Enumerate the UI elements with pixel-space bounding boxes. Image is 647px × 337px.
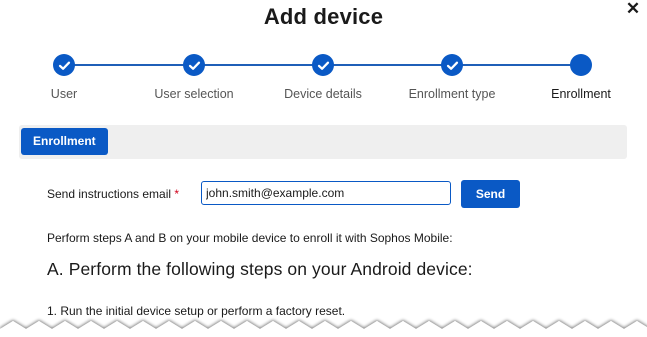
add-device-dialog: Add device ✕ User User selection Device … — [0, 0, 647, 337]
check-icon — [317, 61, 329, 70]
step-label-user-selection: User selection — [154, 87, 234, 101]
email-field-label: Send instructions email * — [47, 187, 179, 201]
step-label-enrollment: Enrollment — [551, 87, 611, 101]
check-icon — [188, 61, 200, 70]
tab-enrollment[interactable]: Enrollment — [21, 128, 108, 155]
step-user-dot[interactable] — [53, 54, 75, 76]
required-marker: * — [174, 187, 180, 201]
stepper-connector — [323, 64, 452, 66]
step-label-enrollment-type: Enrollment type — [408, 87, 496, 101]
instructions-text: Perform steps A and B on your mobile dev… — [47, 231, 453, 245]
step-device-details-dot[interactable] — [312, 54, 334, 76]
torn-edge — [0, 321, 647, 337]
step-label-device-details: Device details — [284, 87, 362, 101]
tab-bar: Enrollment — [19, 125, 627, 159]
step-enrollment-type-dot[interactable] — [441, 54, 463, 76]
step-label-user: User — [50, 87, 78, 101]
section-heading-android: A. Perform the following steps on your A… — [47, 259, 473, 279]
email-field[interactable] — [201, 181, 451, 205]
stepper-connector — [452, 64, 581, 66]
step-user-selection-dot[interactable] — [183, 54, 205, 76]
email-label-text: Send instructions email — [47, 187, 172, 201]
stepper-connector — [64, 64, 194, 66]
stepper-connector — [194, 64, 323, 66]
check-icon — [446, 61, 458, 70]
send-button[interactable]: Send — [461, 180, 520, 208]
check-icon — [58, 61, 70, 70]
step-enrollment-dot — [570, 54, 592, 76]
wizard-stepper: User User selection Device details Enrol… — [0, 0, 647, 110]
